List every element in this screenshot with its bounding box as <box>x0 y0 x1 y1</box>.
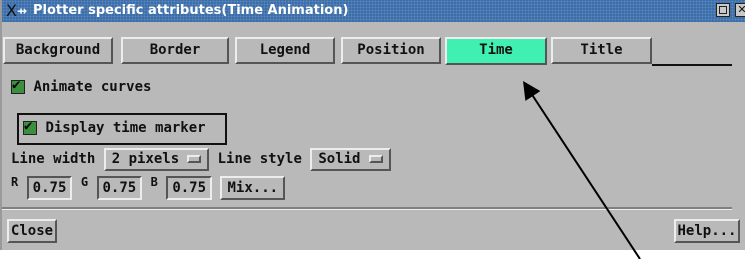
window-title: Plotter specific attributes(Time Animati… <box>33 3 349 18</box>
g-label: G <box>80 175 89 189</box>
animate-curves-checkbox[interactable] <box>11 77 25 94</box>
line-style-dropdown[interactable]: Solid <box>310 148 391 171</box>
line-width-dropdown[interactable]: 2 pixels <box>103 148 210 171</box>
display-marker-label: Display time marker <box>45 120 206 136</box>
dropdown-indicator-icon <box>187 155 202 163</box>
footer-separator <box>2 207 732 210</box>
help-button[interactable]: Help... <box>674 219 740 243</box>
line-width-value: 2 pixels <box>111 151 180 167</box>
tab-title[interactable]: Title <box>551 37 652 64</box>
animate-curves-label: Animate curves <box>33 79 152 95</box>
display-marker-row[interactable]: Display time marker <box>23 118 206 136</box>
dialog-window: X ⇸ Plotter specific attributes(Time Anim… <box>0 0 745 250</box>
tab-position[interactable]: Position <box>341 37 441 64</box>
tab-time[interactable]: Time <box>445 37 547 65</box>
r-input[interactable]: 0.75 <box>26 176 73 200</box>
maximize-icon[interactable] <box>716 3 730 17</box>
close-icon[interactable]: ✕ <box>735 3 745 17</box>
tab-border[interactable]: Border <box>121 37 229 64</box>
b-input[interactable]: 0.75 <box>166 176 213 200</box>
tab-background[interactable]: Background <box>3 37 113 64</box>
title-bar[interactable]: X ⇸ Plotter specific attributes(Time Anim… <box>2 0 745 22</box>
mix-button[interactable]: Mix... <box>220 176 286 200</box>
tab-underline <box>652 64 732 66</box>
display-marker-checkbox[interactable] <box>23 118 37 135</box>
window-menu-icon[interactable]: X ⇸ <box>5 2 29 20</box>
line-style-value: Solid <box>318 151 361 167</box>
close-button[interactable]: Close <box>7 219 57 243</box>
tab-legend[interactable]: Legend <box>235 37 335 64</box>
rgb-row: R 0.75 G 0.75 B 0.75 Mix... <box>11 175 286 200</box>
dropdown-indicator-icon <box>368 155 383 163</box>
animate-curves-row[interactable]: Animate curves <box>11 77 152 95</box>
line-width-label: Line width <box>11 151 96 167</box>
b-label: B <box>150 175 158 189</box>
line-settings-row: Line width 2 pixels Line style Solid <box>11 148 391 171</box>
g-input[interactable]: 0.75 <box>96 176 143 200</box>
line-style-label: Line style <box>217 151 302 167</box>
r-label: R <box>11 175 19 189</box>
